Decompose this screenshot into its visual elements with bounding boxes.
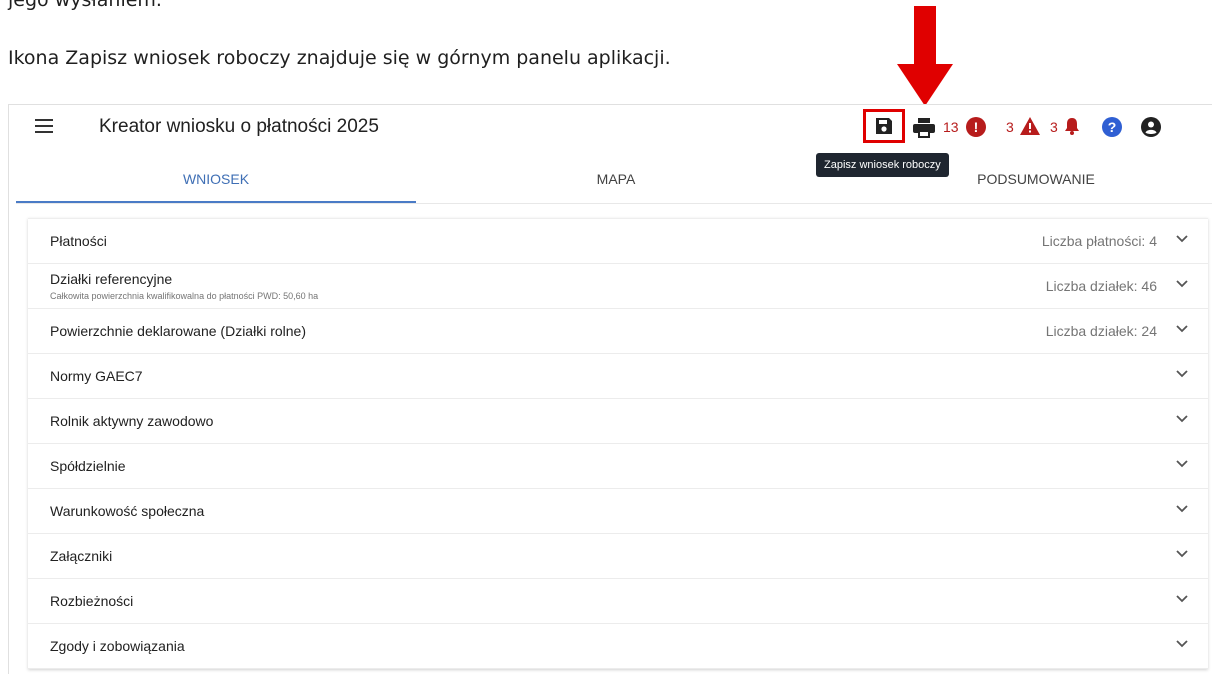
- section-sublabel: Całkowita powierzchnia kwalifikowalna do…: [50, 291, 319, 301]
- top-bar: Kreator wniosku o płatności 2025 13 ! 3 …: [9, 105, 1212, 149]
- tab-podsumowanie[interactable]: PODSUMOWANIE: [871, 161, 1201, 201]
- section-label: Płatności: [50, 233, 107, 249]
- tab-bar: WNIOSEK MAPA PODSUMOWANIE: [16, 161, 1212, 204]
- chevron-down-icon[interactable]: [1176, 505, 1188, 513]
- chevron-down-icon[interactable]: [1176, 325, 1188, 333]
- hamburger-menu-icon[interactable]: [35, 119, 53, 133]
- chevron-down-icon[interactable]: [1176, 595, 1188, 603]
- print-icon[interactable]: [912, 118, 936, 138]
- section-dzialki-referencyjne[interactable]: Działki referencyjne Całkowita powierzch…: [28, 264, 1208, 309]
- section-rozbieznosci[interactable]: Rozbieżności: [28, 579, 1208, 624]
- section-platnosci[interactable]: Płatności Liczba płatności: 4: [28, 219, 1208, 264]
- app-title: Kreator wniosku o płatności 2025: [99, 116, 379, 137]
- save-draft-button[interactable]: [863, 109, 905, 143]
- account-icon[interactable]: [1141, 117, 1161, 137]
- section-powierzchnie-deklarowane[interactable]: Powierzchnie deklarowane (Działki rolne)…: [28, 309, 1208, 354]
- section-label: Spółdzielnie: [50, 458, 126, 474]
- errors-count: 13: [943, 119, 959, 135]
- section-zalaczniki[interactable]: Załączniki: [28, 534, 1208, 579]
- section-label: Normy GAEC7: [50, 368, 143, 384]
- document-intro-text: Ikona Zapisz wniosek roboczy znajduje si…: [8, 47, 671, 69]
- section-label: Działki referencyjne: [50, 271, 173, 287]
- error-icon[interactable]: !: [966, 117, 986, 137]
- section-label: Zgody i zobowiązania: [50, 638, 185, 654]
- section-meta: Liczba działek: 46: [1045, 278, 1157, 294]
- bell-icon[interactable]: [1064, 117, 1080, 135]
- sections-panel: Płatności Liczba płatności: 4 Działki re…: [28, 218, 1208, 669]
- section-warunkowosc-spoleczna[interactable]: Warunkowość społeczna: [28, 489, 1208, 534]
- section-meta: Liczba działek: 24: [1045, 323, 1157, 339]
- notifications-count: 3: [1050, 119, 1058, 135]
- chevron-down-icon[interactable]: [1176, 550, 1188, 558]
- chevron-down-icon[interactable]: [1176, 460, 1188, 468]
- section-rolnik-aktywny[interactable]: Rolnik aktywny zawodowo: [28, 399, 1208, 444]
- tab-mapa[interactable]: MAPA: [416, 161, 816, 201]
- section-normy-gaec7[interactable]: Normy GAEC7: [28, 354, 1208, 399]
- section-label: Załączniki: [50, 548, 113, 564]
- section-label: Warunkowość społeczna: [50, 503, 205, 519]
- annotation-arrow-icon: [897, 6, 953, 106]
- help-icon[interactable]: ?: [1102, 117, 1122, 137]
- floppy-disk-icon: [876, 118, 892, 134]
- section-label: Rolnik aktywny zawodowo: [50, 413, 214, 429]
- chevron-down-icon[interactable]: [1176, 640, 1188, 648]
- tab-wniosek[interactable]: WNIOSEK: [16, 161, 416, 203]
- section-label: Rozbieżności: [50, 593, 134, 609]
- section-label: Powierzchnie deklarowane (Działki rolne): [50, 323, 306, 339]
- chevron-down-icon[interactable]: [1176, 415, 1188, 423]
- app-window: Kreator wniosku o płatności 2025 13 ! 3 …: [8, 104, 1212, 674]
- warnings-count: 3: [1006, 119, 1014, 135]
- chevron-down-icon[interactable]: [1176, 235, 1188, 243]
- warning-icon[interactable]: [1020, 117, 1040, 135]
- section-meta: Liczba płatności: 4: [1041, 233, 1157, 249]
- section-zgody-zobowiazania[interactable]: Zgody i zobowiązania: [28, 624, 1208, 669]
- section-spoldzielnie[interactable]: Spółdzielnie: [28, 444, 1208, 489]
- document-text-fragment: jego wysłaniem.: [8, 0, 162, 11]
- chevron-down-icon[interactable]: [1176, 280, 1188, 288]
- chevron-down-icon[interactable]: [1176, 370, 1188, 378]
